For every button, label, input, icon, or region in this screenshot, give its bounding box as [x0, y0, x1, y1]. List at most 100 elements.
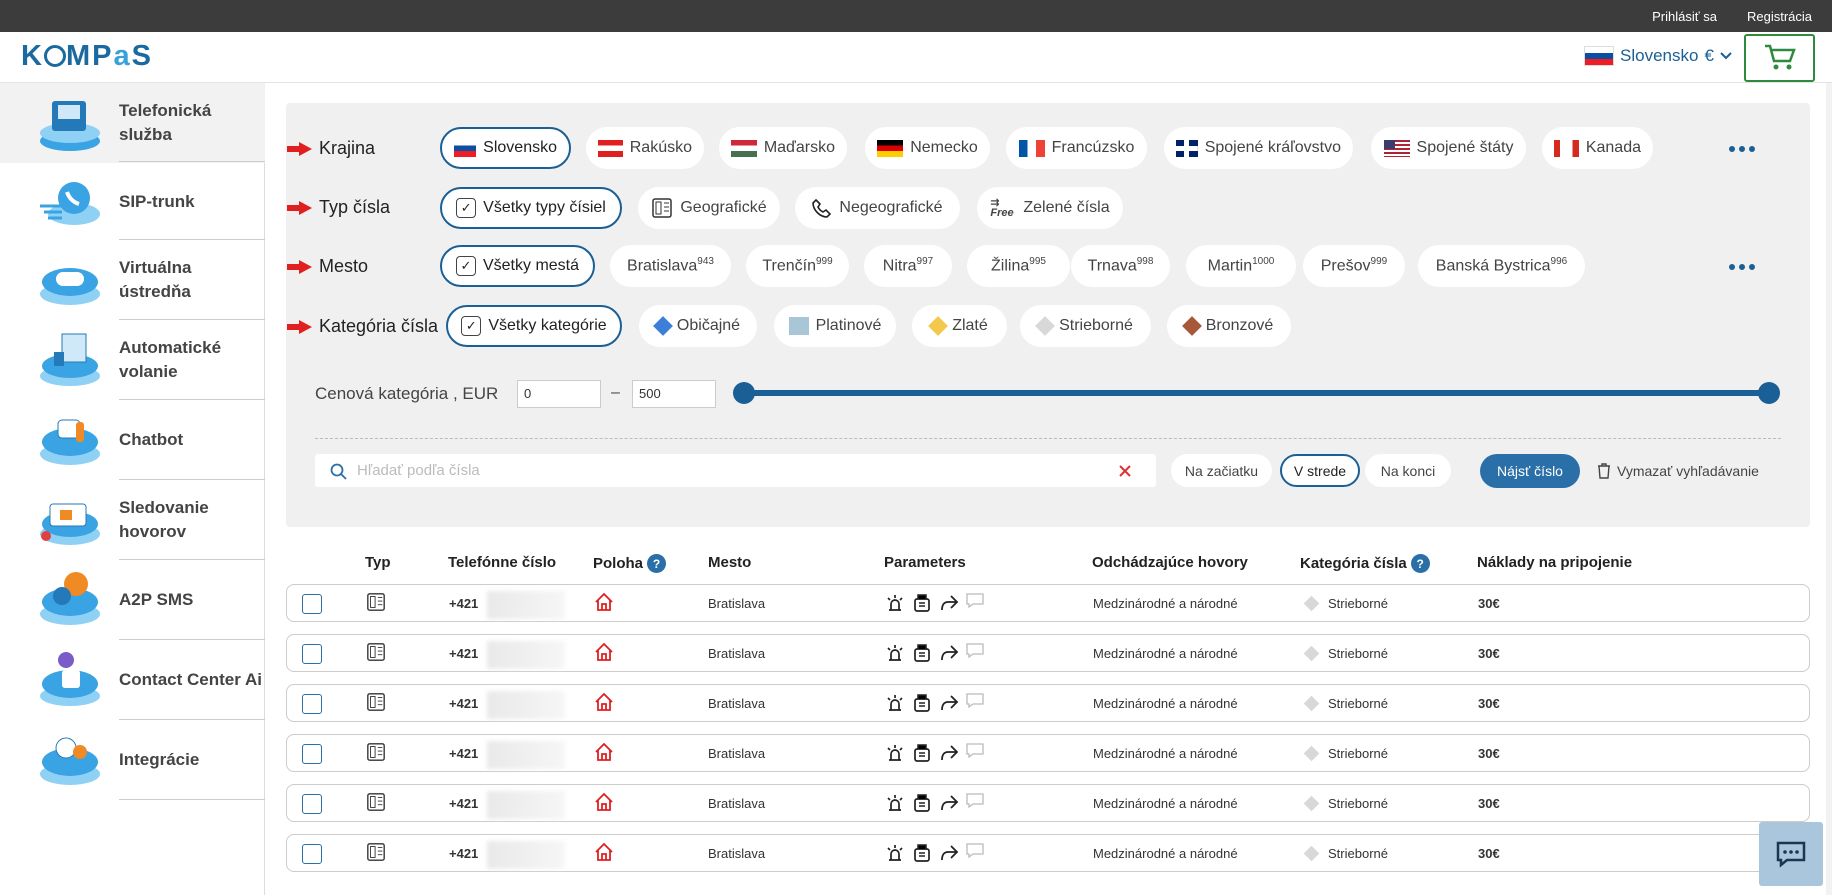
- help-icon[interactable]: ?: [647, 554, 667, 573]
- diamond-icon: [1181, 316, 1202, 336]
- cart-button[interactable]: [1744, 34, 1815, 82]
- type-chip-geographic[interactable]: Geografické: [638, 187, 780, 229]
- sidebar-item-auto-dialer[interactable]: Automatické volanie: [0, 320, 265, 400]
- city-chip-banska-bystrica[interactable]: Banská Bystrica996: [1418, 245, 1585, 287]
- row-checkbox[interactable]: [302, 794, 322, 814]
- sidebar-item-sip-trunk[interactable]: SIP-trunk: [0, 162, 265, 242]
- sidebar: Telefonická služba SIP-trunk Virtuálna ú…: [0, 83, 265, 895]
- type-chip-nongeographic[interactable]: Negeografické: [795, 187, 960, 229]
- row-checkbox[interactable]: [302, 744, 322, 764]
- price-slider-max-handle[interactable]: [1758, 382, 1780, 404]
- forward-icon: [941, 695, 959, 711]
- scrollbar[interactable]: [1826, 83, 1832, 895]
- country-chip-usa[interactable]: Spojené štáty: [1371, 127, 1526, 169]
- phone-service-icon: [40, 101, 100, 151]
- diamond-icon: [653, 316, 673, 336]
- table-row[interactable]: +421 Bratislava Medzinárodné a národné S…: [286, 834, 1810, 872]
- table-row[interactable]: +421 Bratislava Medzinárodné a národné S…: [286, 684, 1810, 722]
- sidebar-item-label: Chatbot: [119, 430, 184, 449]
- type-chip-green[interactable]: ⇉ Free Zelené čísla: [977, 187, 1123, 229]
- city-chip-bratislava[interactable]: Bratislava943: [610, 245, 731, 287]
- sip-trunk-icon: [40, 182, 100, 225]
- category-chip-platinum[interactable]: Platinové: [774, 305, 896, 347]
- position-start-option[interactable]: Na začiatku: [1171, 454, 1272, 487]
- country-chip-france[interactable]: Francúzsko: [1006, 127, 1147, 169]
- sidebar-item-virtual-pbx[interactable]: Virtuálna ústredňa: [0, 240, 265, 320]
- country-chip-hungary[interactable]: Maďarsko: [719, 127, 847, 169]
- row-checkbox[interactable]: [302, 844, 322, 864]
- find-number-button[interactable]: Nájsť číslo: [1480, 454, 1580, 488]
- more-cities-button[interactable]: [1729, 264, 1755, 270]
- country-chip-austria[interactable]: Rakúsko: [586, 127, 704, 169]
- country-filter-label: Krajina: [287, 138, 375, 159]
- divider: [119, 799, 265, 800]
- category-chip-bronze[interactable]: Bronzové: [1167, 305, 1291, 347]
- type-chip-all[interactable]: ✓ Všetky typy čísiel: [440, 187, 622, 229]
- table-row[interactable]: +421 Bratislava Medzinárodné a národné S…: [286, 784, 1810, 822]
- sidebar-item-integrations[interactable]: Integrácie: [0, 720, 265, 800]
- city-chip-trencin[interactable]: Trenčín999: [746, 245, 849, 287]
- row-checkbox[interactable]: [302, 594, 322, 614]
- phone-prefix: +421: [449, 746, 479, 761]
- price-slider-min-handle[interactable]: [733, 382, 755, 404]
- diamond-icon: [1303, 695, 1320, 712]
- chat-button[interactable]: [1759, 822, 1823, 886]
- cart-icon: [1764, 44, 1796, 70]
- number-search-input[interactable]: Hľadať podľa čísla: [315, 454, 1156, 487]
- price-min-input[interactable]: 0: [517, 380, 601, 408]
- contact-center-icon: [40, 652, 100, 706]
- price-slider-track[interactable]: [744, 390, 1770, 396]
- country-chip-uk[interactable]: Spojené kráľovstvo: [1164, 127, 1353, 169]
- country-chip-slovakia[interactable]: Slovensko: [440, 127, 571, 169]
- country-chip-canada[interactable]: Kanada: [1542, 127, 1653, 169]
- category-cell: Strieborné: [1328, 596, 1388, 611]
- category-chip-silver[interactable]: Strieborné: [1020, 305, 1151, 347]
- home-icon: [595, 792, 613, 811]
- city-chip-martin[interactable]: Martin1000: [1186, 245, 1296, 287]
- help-icon[interactable]: ?: [1410, 554, 1430, 573]
- city-chip-nitra[interactable]: Nitra997: [864, 245, 952, 287]
- more-countries-button[interactable]: [1729, 146, 1755, 152]
- category-cell: Strieborné: [1328, 796, 1388, 811]
- arrow-right-icon: [287, 259, 313, 274]
- register-link[interactable]: Registrácia: [1747, 9, 1812, 24]
- category-chip-all[interactable]: ✓ Všetky kategórie: [446, 305, 622, 347]
- clear-search-icon[interactable]: [1118, 464, 1132, 478]
- city-chip-zilina[interactable]: Žilina995: [967, 245, 1070, 287]
- alarm-icon: [887, 795, 903, 811]
- country-selector[interactable]: Slovensko €: [1584, 46, 1732, 66]
- position-middle-option[interactable]: V strede: [1280, 454, 1360, 487]
- position-end-option[interactable]: Na konci: [1365, 454, 1451, 487]
- category-chip-regular[interactable]: Običajné: [639, 305, 757, 347]
- row-checkbox[interactable]: [302, 644, 322, 664]
- clear-search-button[interactable]: Vymazať vyhľadávanie: [1597, 454, 1759, 488]
- category-chip-gold[interactable]: Zlaté: [912, 305, 1007, 347]
- login-link[interactable]: Prihlásiť sa: [1652, 9, 1717, 24]
- desk-phone-icon: [367, 843, 385, 861]
- crown-icon: [788, 317, 809, 335]
- phone-prefix: +421: [449, 846, 479, 861]
- chatbot-icon: [40, 419, 100, 465]
- sidebar-item-chatbot[interactable]: Chatbot: [0, 400, 265, 480]
- virtual-pbx-icon: [40, 268, 100, 305]
- table-row[interactable]: +421 Bratislava Medzinárodné a národné S…: [286, 734, 1810, 772]
- cost-cell: 30€: [1478, 746, 1500, 761]
- sidebar-item-contact-center[interactable]: Contact Center Ai: [0, 640, 265, 720]
- sidebar-item-a2p-sms[interactable]: A2P SMS: [0, 560, 265, 640]
- price-max-input[interactable]: 500: [632, 380, 716, 408]
- row-checkbox[interactable]: [302, 694, 322, 714]
- table-row[interactable]: +421 Bratislava Medzinárodné a národné S…: [286, 634, 1810, 672]
- sidebar-item-call-tracking[interactable]: Sledovanie hovorov: [0, 480, 265, 560]
- country-chip-germany[interactable]: Nemecko: [865, 127, 990, 169]
- sms-bubble-icon: [966, 743, 984, 759]
- city-chip-trnava[interactable]: Trnava998: [1071, 245, 1170, 287]
- cost-cell: 30€: [1478, 846, 1500, 861]
- category-cell: Strieborné: [1328, 646, 1388, 661]
- logo[interactable]: K MPaS: [21, 40, 153, 73]
- city-chip-all[interactable]: ✓ Všetky mestá: [440, 245, 595, 287]
- checkmark-icon: ✓: [461, 316, 482, 336]
- alarm-icon: [887, 695, 903, 711]
- table-row[interactable]: +421 Bratislava Medzinárodné a národné S…: [286, 584, 1810, 622]
- sidebar-item-phone-service[interactable]: Telefonická služba: [0, 83, 265, 163]
- city-chip-presov[interactable]: Prešov999: [1303, 245, 1405, 287]
